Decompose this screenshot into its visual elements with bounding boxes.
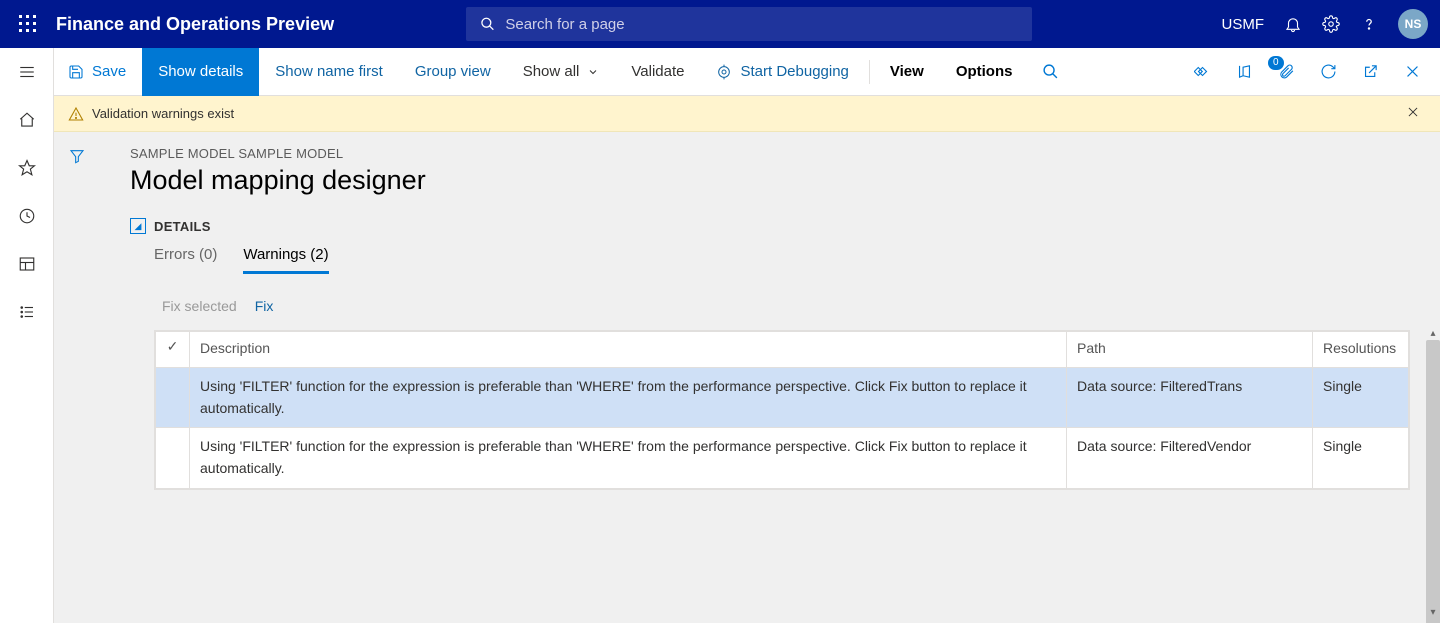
options-button[interactable]: Options (940, 48, 1029, 96)
recent-icon[interactable] (0, 192, 54, 240)
top-navigation-bar: Finance and Operations Preview USMF NS (0, 0, 1440, 48)
user-avatar[interactable]: NS (1398, 9, 1428, 39)
body-row: Save Show details Show name first Group … (0, 48, 1440, 623)
checkmark-icon: ✓ (167, 338, 179, 354)
show-all-label: Show all (523, 63, 580, 80)
validate-button[interactable]: Validate (615, 48, 700, 96)
office-icon[interactable] (1230, 48, 1258, 96)
start-debugging-button[interactable]: Start Debugging (700, 48, 864, 96)
help-icon[interactable] (1360, 0, 1378, 48)
show-details-label: Show details (158, 63, 243, 80)
debug-icon (716, 64, 732, 80)
app-title: Finance and Operations Preview (56, 14, 334, 35)
search-icon (480, 16, 495, 32)
column-description[interactable]: Description (190, 332, 1067, 368)
save-icon (68, 64, 84, 80)
collapse-toggle-icon[interactable]: ◢ (130, 218, 146, 234)
modules-icon[interactable] (0, 288, 54, 336)
view-label: View (890, 63, 924, 80)
settings-icon[interactable] (1322, 0, 1340, 48)
details-label: DETAILS (154, 219, 211, 234)
show-all-dropdown[interactable]: Show all (507, 48, 616, 96)
topbar-right-group: USMF NS (1222, 0, 1433, 48)
tab-warnings[interactable]: Warnings (2) (243, 246, 328, 274)
attachments-icon[interactable]: 0 (1272, 48, 1300, 96)
page-title: Model mapping designer (130, 165, 1410, 196)
action-pane: Save Show details Show name first Group … (54, 48, 1440, 96)
filter-icon[interactable] (61, 140, 93, 172)
attachments-badge: 0 (1268, 56, 1284, 70)
scrollbar-thumb[interactable] (1426, 340, 1440, 623)
content-main: SAMPLE MODEL SAMPLE MODEL Model mapping … (100, 132, 1440, 623)
column-path[interactable]: Path (1067, 332, 1313, 368)
search-container (466, 7, 1032, 41)
diamond-icon[interactable] (1188, 48, 1216, 96)
chevron-down-icon (587, 66, 599, 78)
view-button[interactable]: View (874, 48, 940, 96)
validation-warning-strip: Validation warnings exist (54, 96, 1440, 132)
details-tabs: Errors (0) Warnings (2) (154, 246, 1410, 274)
fix-selected-button: Fix selected (162, 298, 237, 314)
action-pane-right-group: 0 (1188, 48, 1440, 96)
row-select-cell[interactable] (156, 368, 190, 428)
popout-icon[interactable] (1356, 48, 1384, 96)
table-row[interactable]: Using 'FILTER' function for the expressi… (156, 368, 1409, 428)
action-search-icon[interactable] (1036, 48, 1064, 96)
cell-resolutions: Single (1313, 368, 1409, 428)
warning-triangle-icon (68, 106, 84, 122)
search-box[interactable] (466, 7, 1032, 41)
workspaces-icon[interactable] (0, 240, 54, 288)
options-label: Options (956, 63, 1013, 80)
column-resolutions[interactable]: Resolutions (1313, 332, 1409, 368)
cell-resolutions: Single (1313, 428, 1409, 488)
action-separator (869, 60, 870, 84)
save-button[interactable]: Save (54, 48, 142, 96)
select-all-column[interactable]: ✓ (156, 332, 190, 368)
start-debugging-label: Start Debugging (740, 63, 848, 80)
cell-description: Using 'FILTER' function for the expressi… (190, 368, 1067, 428)
main-column: Save Show details Show name first Group … (54, 48, 1440, 623)
warning-message: Validation warnings exist (92, 106, 234, 121)
grid-toolbar: Fix selected Fix (162, 298, 1410, 314)
close-page-icon[interactable] (1398, 48, 1426, 96)
cell-description: Using 'FILTER' function for the expressi… (190, 428, 1067, 488)
breadcrumb: SAMPLE MODEL SAMPLE MODEL (130, 146, 1410, 161)
validate-label: Validate (631, 63, 684, 80)
scroll-down-arrow[interactable]: ▾ (1426, 605, 1440, 619)
search-input[interactable] (505, 16, 1018, 33)
home-icon[interactable] (0, 96, 54, 144)
tab-errors[interactable]: Errors (0) (154, 246, 217, 274)
warnings-grid: ✓ Description Path Resolutions Using 'FI… (154, 330, 1410, 490)
hamburger-icon[interactable] (0, 48, 54, 96)
cell-path: Data source: FilteredTrans (1067, 368, 1313, 428)
filter-rail (54, 132, 100, 623)
show-name-first-label: Show name first (275, 63, 383, 80)
scroll-up-arrow[interactable]: ▴ (1426, 326, 1440, 340)
show-details-button[interactable]: Show details (142, 48, 259, 96)
notifications-icon[interactable] (1284, 0, 1302, 48)
company-label[interactable]: USMF (1222, 16, 1265, 33)
details-fasttab-header[interactable]: ◢ DETAILS (130, 218, 1410, 234)
show-name-first-button[interactable]: Show name first (259, 48, 399, 96)
group-view-button[interactable]: Group view (399, 48, 507, 96)
fix-button[interactable]: Fix (255, 298, 274, 314)
grid-header-row: ✓ Description Path Resolutions (156, 332, 1409, 368)
table-row[interactable]: Using 'FILTER' function for the expressi… (156, 428, 1409, 488)
warning-close-icon[interactable] (1400, 99, 1426, 128)
cell-path: Data source: FilteredVendor (1067, 428, 1313, 488)
refresh-icon[interactable] (1314, 48, 1342, 96)
content-area: SAMPLE MODEL SAMPLE MODEL Model mapping … (54, 132, 1440, 623)
navigation-rail (0, 48, 54, 623)
group-view-label: Group view (415, 63, 491, 80)
app-launcher-icon[interactable] (8, 0, 48, 48)
save-label: Save (92, 63, 126, 80)
favorites-icon[interactable] (0, 144, 54, 192)
row-select-cell[interactable] (156, 428, 190, 488)
